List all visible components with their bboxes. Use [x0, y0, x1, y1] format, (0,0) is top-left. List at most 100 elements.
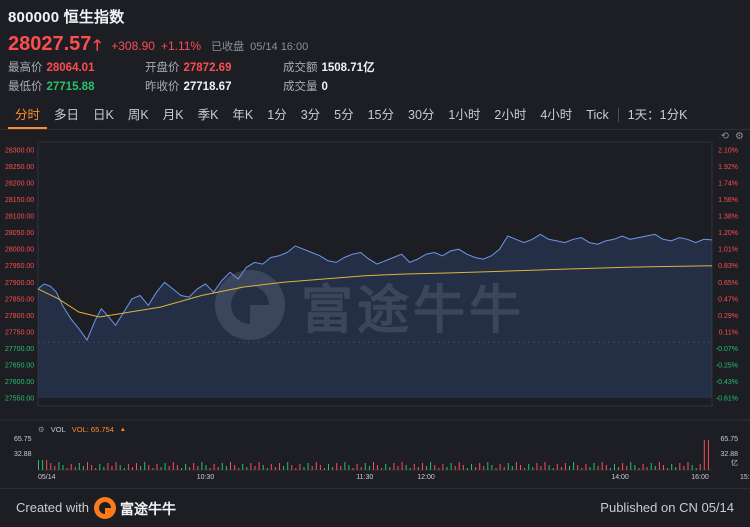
- volume-bar: [405, 465, 407, 470]
- volume-bar: [262, 465, 264, 470]
- volume-bar: [132, 467, 133, 470]
- volume-bar: [581, 468, 583, 470]
- chart-app: 800000 恒生指数 28027.57 🡑 +308.90 +1.11% 已收…: [0, 0, 750, 527]
- volume-bar: [217, 467, 219, 470]
- brand-name: 富途牛牛: [120, 501, 176, 517]
- volume-bar: [103, 467, 105, 470]
- volume-bar: [491, 465, 493, 470]
- volume-bar: [42, 460, 44, 470]
- volume-bar: [160, 467, 162, 470]
- y-tick-label: 28250.00: [5, 164, 34, 171]
- volume-bar: [601, 462, 603, 470]
- volume-bar: [663, 465, 664, 470]
- volume-bar: [46, 460, 48, 470]
- volume-bar: [385, 464, 387, 470]
- volume-bar: [548, 465, 550, 470]
- volume-bar: [266, 468, 268, 470]
- y-tick-label: 27900.00: [5, 280, 34, 287]
- pct-tick-label: 0.29%: [718, 313, 738, 320]
- published-note: Published on CN 05/14: [600, 500, 734, 515]
- volume-bar: [695, 468, 697, 470]
- y-tick-label: 27700.00: [5, 346, 34, 353]
- volume-bar: [250, 463, 252, 470]
- volume-axis-mid-right: 32.88: [720, 451, 738, 458]
- volume-bar: [311, 466, 313, 470]
- volume-bar: [630, 462, 632, 470]
- x-tick-label: 16:00: [691, 474, 709, 481]
- volume-bar: [499, 464, 501, 470]
- volume-axis-top-right: 65.75: [720, 436, 738, 443]
- volume-bar: [397, 466, 399, 470]
- volume-bar: [450, 463, 452, 470]
- volume-bar: [328, 464, 329, 470]
- volume-bar: [683, 466, 685, 470]
- volume-bar: [368, 466, 370, 470]
- pct-tick-label: -0.61%: [716, 396, 738, 403]
- y-tick-label: 27950.00: [5, 263, 34, 270]
- y-tick-label: 28200.00: [5, 181, 34, 188]
- volume-bar: [54, 466, 56, 470]
- volume-bar: [442, 464, 444, 470]
- x-tick-label: 14:00: [611, 474, 629, 481]
- volume-bar: [471, 464, 472, 470]
- volume-bar: [344, 462, 346, 470]
- volume-bar: [205, 465, 207, 470]
- y-tick-label: 28000.00: [5, 247, 34, 254]
- volume-bar: [307, 463, 309, 470]
- pct-tick-label: 1.56%: [718, 197, 738, 204]
- volume-bar: [66, 468, 68, 470]
- volume-bar: [446, 467, 448, 470]
- volume-bar: [552, 468, 554, 470]
- volume-bar: [462, 465, 464, 470]
- volume-bar: [393, 463, 395, 470]
- footer: Created with 富途牛牛 Published on CN 05/14: [0, 488, 750, 527]
- pct-tick-label: -0.07%: [716, 346, 738, 353]
- volume-legend: ⚙ VOL VOL: 65.754 ▲: [38, 425, 126, 434]
- volume-bar: [123, 468, 125, 470]
- volume-bar: [197, 466, 199, 470]
- volume-bar: [532, 467, 534, 470]
- volume-bar: [279, 463, 280, 470]
- intraday-chart[interactable]: 28300.00 2.10% 28250.00 1.92% 28200.00 1.74% 2…: [0, 0, 750, 488]
- volume-bar: [434, 465, 436, 470]
- volume-bar: [589, 467, 591, 470]
- volume-bar: [127, 464, 129, 470]
- volume-bar: [148, 465, 150, 470]
- y-tick-label: 28150.00: [5, 197, 34, 204]
- volume-bar: [675, 467, 677, 470]
- y-tick-label: 28100.00: [5, 214, 34, 221]
- volume-bar: [164, 463, 166, 470]
- volume-bar: [381, 468, 383, 470]
- volume-bar: [299, 464, 301, 470]
- y-tick-label: 27650.00: [5, 362, 34, 369]
- volume-bar: [364, 463, 366, 470]
- volume-bar: [544, 462, 546, 470]
- price-area: [38, 234, 712, 398]
- volume-bar: [140, 466, 142, 470]
- volume-bar: [152, 468, 154, 470]
- volume-bar: [401, 462, 403, 470]
- volume-bar: [176, 465, 178, 470]
- volume-bar: [373, 462, 374, 470]
- volume-bar: [507, 463, 509, 470]
- volume-bar: [291, 465, 293, 470]
- volume-bar: [82, 466, 84, 470]
- volume-caret-icon[interactable]: ▲: [120, 427, 126, 433]
- y-tick-label: 27750.00: [5, 329, 34, 336]
- volume-bar: [426, 466, 428, 470]
- volume-bar: [62, 465, 64, 470]
- volume-label: VOL: [50, 425, 66, 434]
- volume-bar: [221, 463, 223, 470]
- volume-bar: [609, 468, 611, 470]
- pct-tick-label: 1.38%: [718, 214, 738, 221]
- volume-bar: [78, 463, 80, 470]
- volume-value: VOL: 65.754: [71, 425, 114, 434]
- volume-settings-icon[interactable]: ⚙: [38, 425, 45, 434]
- volume-bar: [422, 463, 423, 470]
- x-tick-label: 10:30: [197, 474, 215, 481]
- volume-bar: [573, 462, 575, 470]
- volume-bar: [360, 467, 362, 470]
- volume-bar: [156, 464, 158, 470]
- volume-bar: [270, 464, 272, 470]
- y-tick-label: 27550.00: [5, 396, 34, 403]
